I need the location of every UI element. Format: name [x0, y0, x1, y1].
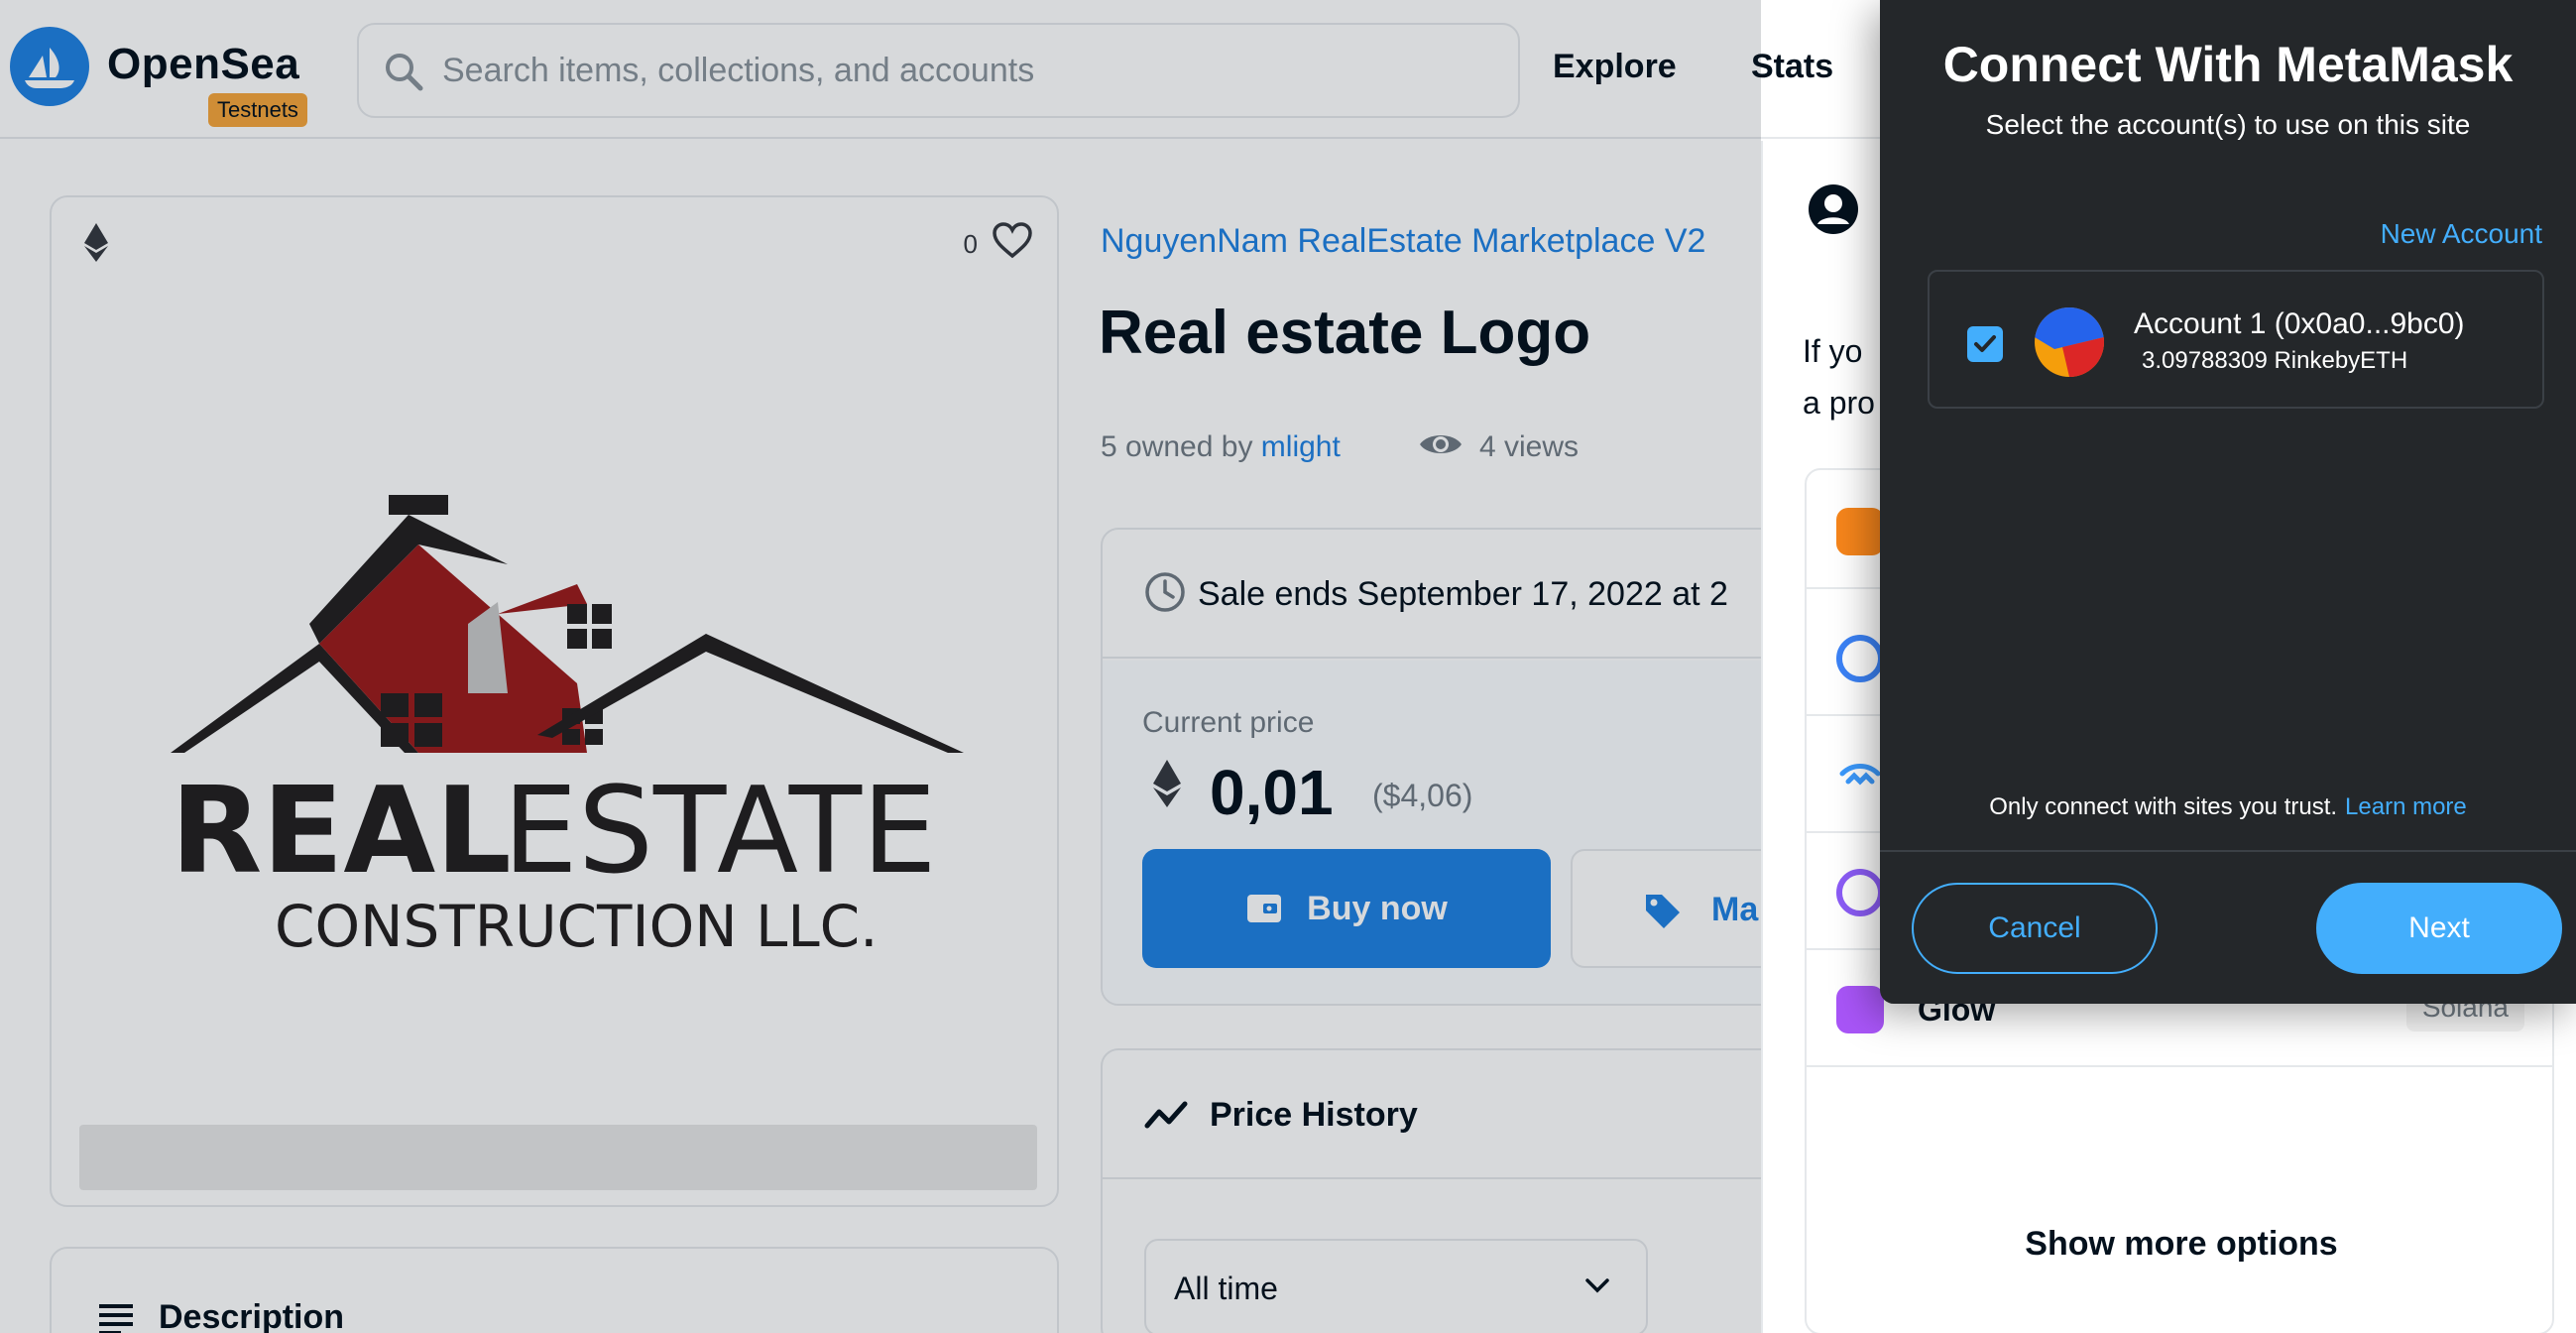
divider: [1880, 850, 2576, 852]
show-more-options-button[interactable]: Show more options: [1807, 1184, 2552, 1303]
metamask-fox-icon: [1836, 508, 1884, 555]
next-button[interactable]: Next: [2316, 883, 2562, 974]
account-avatar: [2035, 307, 2104, 377]
account-checkbox[interactable]: [1967, 326, 2003, 362]
metamask-title: Connect With MetaMask: [1942, 37, 2514, 92]
learn-more-link[interactable]: Learn more: [2345, 793, 2467, 820]
trust-notice: Only connect with sites you trust. Learn …: [1880, 793, 2576, 821]
account-name: Account 1 (0x0a0...9bc0): [2134, 307, 2465, 340]
metamask-connect-popup: Connect With MetaMask Select the account…: [1880, 0, 2576, 1004]
page-overlay[interactable]: [0, 0, 1761, 1333]
check-icon: [1974, 335, 1996, 352]
cancel-button[interactable]: Cancel: [1912, 883, 2158, 974]
trust-text: Only connect with sites you trust.: [1989, 793, 2338, 820]
account-balance: 3.09788309 RinkebyETH: [2142, 347, 2408, 374]
glow-icon: [1836, 986, 1884, 1033]
coinbase-icon: [1836, 635, 1884, 682]
account-row[interactable]: Account 1 (0x0a0...9bc0) 3.09788309 Rink…: [1928, 270, 2544, 409]
walletconnect-icon: [1839, 764, 1881, 786]
metamask-subtitle: Select the account(s) to use on this sit…: [1985, 109, 2471, 140]
new-account-link[interactable]: New Account: [2381, 218, 2542, 250]
user-icon: [1809, 184, 1858, 234]
wallet-icon: [1836, 869, 1884, 916]
nav-stats[interactable]: Stats: [1751, 48, 1833, 86]
